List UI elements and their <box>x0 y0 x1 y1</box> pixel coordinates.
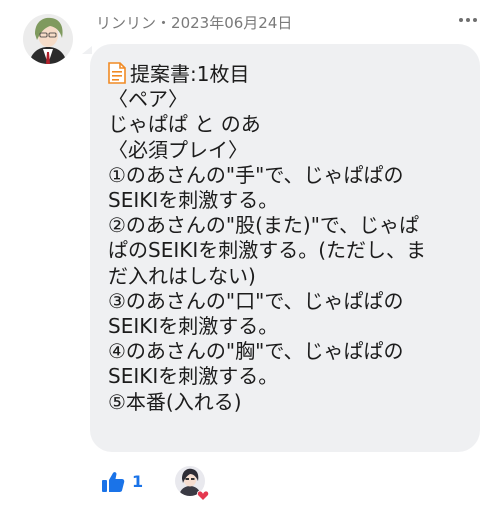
thumbs-up-icon[interactable] <box>101 471 125 493</box>
message-line: SEIKIを刺激する。 <box>108 364 279 389</box>
message-line: SEIKIを刺激する。 <box>108 314 279 339</box>
message-line: ③のあさんの"口"で、じゃぱぱの <box>108 288 404 313</box>
message-line: SEIKIを刺激する。 <box>108 188 279 213</box>
bubble-tail <box>82 46 92 54</box>
like-count[interactable]: 1 <box>132 472 143 491</box>
message-line: 〈ペア〉 <box>108 87 188 112</box>
message-line: だ入れはしない) <box>108 263 256 288</box>
message-line: ①のあさんの"手"で、じゃぱぱの <box>108 162 404 187</box>
message-line: ⑤本番(入れる) <box>108 389 242 414</box>
meta-separator: ・ <box>156 14 172 32</box>
more-horizontal-icon[interactable] <box>458 12 478 28</box>
heart-icon <box>196 486 210 502</box>
post-date: 2023年06月24日 <box>171 14 293 32</box>
message-line: ④のあさんの"胸"で、じゃぱぱの <box>108 339 404 364</box>
author-name[interactable]: リンリン <box>96 14 156 32</box>
post-meta: リンリン・2023年06月24日 <box>96 12 292 33</box>
author-avatar[interactable] <box>23 14 73 64</box>
document-icon <box>108 62 126 84</box>
message-line: 〈必須プレイ〉 <box>108 137 248 162</box>
message-line: じゃぱぱ と のあ <box>108 112 261 137</box>
message-line: ぱのSEIKIを刺激する。(ただし、ま <box>108 238 427 263</box>
message-title: 提案書:1枚目 <box>130 62 250 86</box>
message-line: ②のあさんの"股(また)"で、じゃぱ <box>108 213 420 238</box>
message-text: 提案書:1枚目 〈ペア〉 じゃぱぱ と のあ 〈必須プレイ〉 ①のあさんの"手"… <box>108 62 468 415</box>
